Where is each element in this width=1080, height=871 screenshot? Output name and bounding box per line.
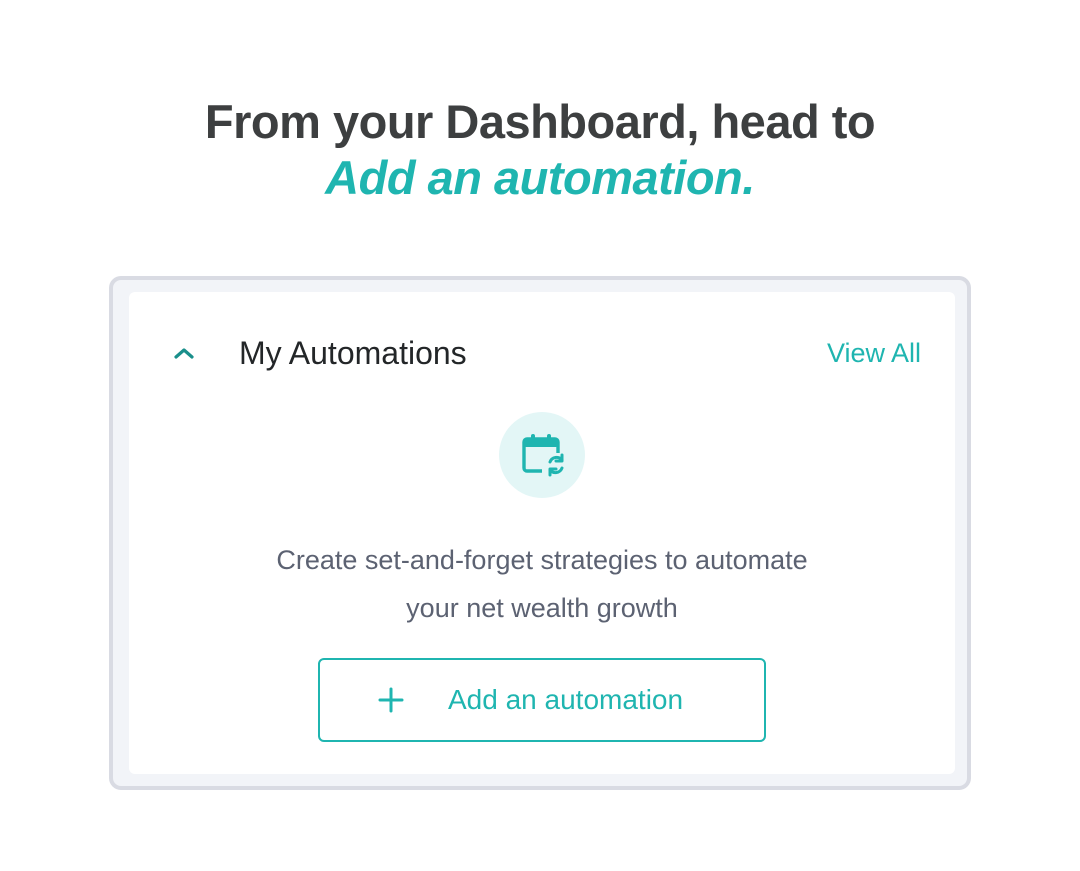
card-title: My Automations	[239, 335, 467, 371]
card-description-line1: Create set-and-forget strategies to auto…	[276, 545, 808, 575]
my-automations-card: My Automations View All Create set-and-f…	[129, 292, 955, 774]
card-description-line2: your net wealth growth	[406, 593, 678, 623]
add-automation-button-label: Add an automation	[448, 684, 684, 715]
screenshot-frame: My Automations View All Create set-and-f…	[109, 276, 971, 790]
chevron-up-icon	[174, 348, 194, 359]
view-all-link[interactable]: View All	[827, 336, 921, 370]
card-description: Create set-and-forget strategies to auto…	[189, 536, 895, 632]
instruction-heading-line1: From your Dashboard, head to	[204, 95, 876, 148]
collapse-button[interactable]	[169, 338, 199, 368]
instruction-heading-highlight: Add an automation.	[325, 151, 755, 204]
automation-icon-badge	[499, 412, 585, 498]
add-automation-button[interactable]: Add an automation	[318, 658, 766, 742]
page: From your Dashboard, head to Add an auto…	[0, 0, 1080, 871]
instruction-heading: From your Dashboard, head to Add an auto…	[0, 94, 1080, 206]
plus-icon	[376, 685, 406, 715]
calendar-sync-icon	[522, 434, 564, 477]
